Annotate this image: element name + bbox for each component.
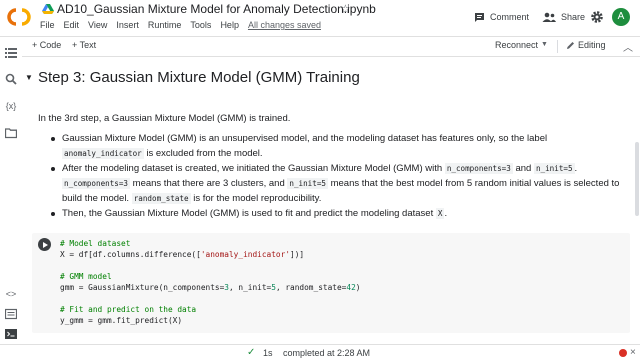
editing-label: Editing <box>578 40 606 50</box>
menu-runtime[interactable]: Runtime <box>148 20 182 34</box>
bullet-list: Gaussian Mixture Model (GMM) is an unsup… <box>50 131 622 221</box>
scrollbar-thumb[interactable] <box>635 142 639 216</box>
runtime-dropdown-caret-icon[interactable]: ▼ <box>541 41 548 48</box>
comment-icon <box>475 12 484 22</box>
execution-status-text[interactable]: completed at 2:28 AM <box>283 348 370 358</box>
inline-code: anomaly_indicator <box>62 148 144 159</box>
header: AD10_Gaussian Mixture Model for Anomaly … <box>0 0 640 36</box>
search-icon[interactable] <box>5 73 17 85</box>
variables-icon[interactable]: {x} <box>5 100 17 112</box>
inline-code: n_init=5 <box>533 163 575 174</box>
section-heading: Step 3: Gaussian Mixture Model (GMM) Tra… <box>38 69 360 86</box>
notebook-toolbar: + Code + Text Reconnect ▼ Editing ︿ <box>0 36 640 57</box>
code-snippets-icon[interactable]: <> <box>5 288 17 300</box>
colab-logo-icon[interactable] <box>6 5 32 29</box>
list-item: After the modeling dataset is created, w… <box>50 161 622 206</box>
vertical-scrollbar[interactable] <box>634 58 640 344</box>
files-folder-icon[interactable] <box>5 127 17 139</box>
execution-duration: 1s <box>263 348 273 358</box>
list-item: Then, the Gaussian Mixture Model (GMM) i… <box>50 206 622 221</box>
colab-window: AD10_Gaussian Mixture Model for Anomaly … <box>0 0 640 360</box>
inline-code: random_state <box>131 193 191 204</box>
terminal-icon[interactable] <box>5 328 17 340</box>
collapse-header-icon[interactable]: ︿ <box>623 39 633 54</box>
settings-gear-icon[interactable] <box>590 10 604 24</box>
status-bar: ✓ 1s completed at 2:28 AM × <box>0 344 640 360</box>
left-sidebar: {x} <> <box>0 37 22 344</box>
share-people-icon <box>542 12 556 22</box>
runtime-status-dot-icon[interactable] <box>619 349 627 357</box>
comment-label: Comment <box>490 12 530 22</box>
toolbar-divider <box>557 40 558 53</box>
success-check-icon: ✓ <box>247 347 256 358</box>
reconnect-button[interactable]: Reconnect <box>495 40 538 50</box>
editing-mode-button[interactable]: Editing <box>566 40 606 50</box>
list-item: Gaussian Mixture Model (GMM) is an unsup… <box>50 131 622 161</box>
code-editor[interactable]: # Model dataset X = df[df.columns.differe… <box>60 238 360 326</box>
menu-bar: File Edit View Insert Runtime Tools Help… <box>40 20 321 34</box>
add-text-button[interactable]: + Text <box>72 40 96 50</box>
notebook-title[interactable]: AD10_Gaussian Mixture Model for Anomaly … <box>57 2 376 16</box>
table-of-contents-icon[interactable] <box>5 47 17 59</box>
inline-code: n_init=5 <box>287 178 328 189</box>
star-icon[interactable]: ☆ <box>340 2 351 16</box>
menu-tools[interactable]: Tools <box>190 20 211 34</box>
add-code-button[interactable]: + Code <box>32 40 61 50</box>
run-cell-play-icon[interactable] <box>38 238 51 251</box>
menu-edit[interactable]: Edit <box>64 20 80 34</box>
close-icon[interactable]: × <box>630 347 636 358</box>
inline-code: n_components=3 <box>444 163 513 174</box>
share-button[interactable]: Share <box>542 9 585 25</box>
menu-file[interactable]: File <box>40 20 55 34</box>
menu-view[interactable]: View <box>88 20 107 34</box>
menu-insert[interactable]: Insert <box>116 20 139 34</box>
section-collapse-caret-icon[interactable]: ▼ <box>25 73 33 82</box>
code-cell[interactable]: # Model dataset X = df[df.columns.differe… <box>32 233 630 333</box>
notebook-content: ▼ Step 3: Gaussian Mixture Model (GMM) T… <box>22 58 634 344</box>
share-label: Share <box>561 12 586 22</box>
drive-icon <box>42 4 54 14</box>
menu-help[interactable]: Help <box>220 20 239 34</box>
pencil-icon <box>567 41 574 49</box>
intro-paragraph: In the 3rd step, a Gaussian Mixture Mode… <box>38 113 291 124</box>
comment-button[interactable]: Comment <box>474 9 529 25</box>
inline-code: n_components=3 <box>62 178 131 189</box>
command-palette-icon[interactable] <box>5 308 17 320</box>
save-status-link[interactable]: All changes saved <box>248 20 321 34</box>
user-avatar[interactable]: A <box>612 8 630 26</box>
